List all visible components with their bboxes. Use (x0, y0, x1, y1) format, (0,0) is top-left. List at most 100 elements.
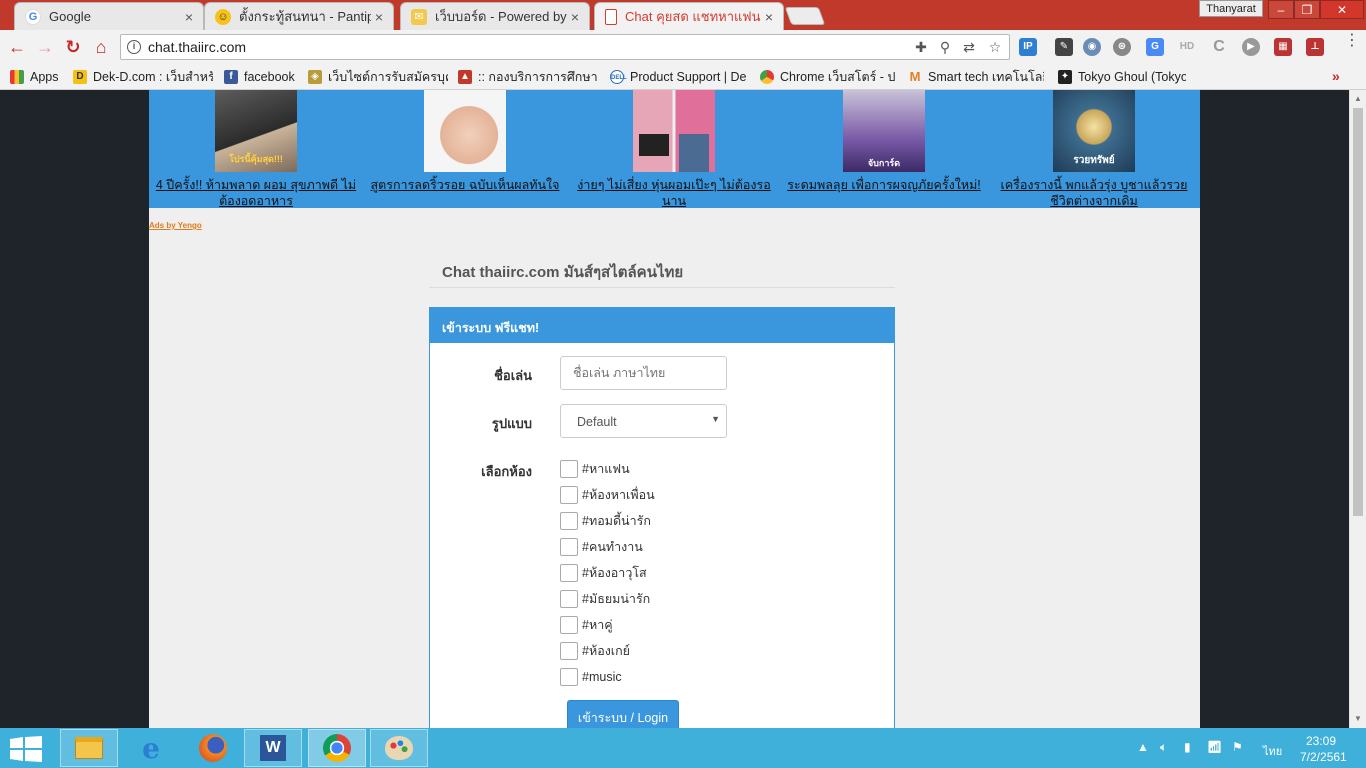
google-translate-icon[interactable]: G (1146, 38, 1164, 56)
windows-start-icon[interactable] (10, 736, 42, 762)
checkbox[interactable] (560, 486, 578, 504)
back-arrow-icon[interactable]: ← (6, 36, 28, 58)
network-icon[interactable]: 📶︎ (1207, 740, 1222, 754)
profile-button[interactable]: Thanyarat (1199, 0, 1263, 17)
volume-icon[interactable]: 🔈︎ (1160, 740, 1167, 755)
ad-image[interactable]: โปรนี้คุ้มสุด!!! (215, 90, 297, 172)
style-select[interactable]: Default ▼ (560, 404, 727, 438)
ad-caption-link[interactable]: เครื่องรางนี้ พกแล้วรุ่ง บูชาแล้วรวย ชีว… (989, 177, 1199, 209)
room-option[interactable]: #หาแฟน (560, 460, 630, 478)
bookmark-chrome-store[interactable]: Chrome เว็บสโตร์ - ประ (760, 68, 896, 86)
scrollbar-thumb[interactable] (1353, 108, 1363, 516)
info-icon[interactable]: i (127, 40, 141, 54)
maximize-button[interactable]: ❐ (1294, 0, 1320, 19)
ad-caption-link[interactable]: ง่ายๆ ไม่เสี่ยง หุ่นผอมเป๊ะๆ ไม่ต้องรอนา… (569, 177, 779, 209)
ad-image[interactable] (424, 90, 506, 172)
zoom-icon[interactable]: ⚲ (937, 39, 953, 55)
ad-caption-link[interactable]: 4 ปีครั้ง!! ห้ามพลาด ผอม สุขภาพดี ไม่ต้อ… (151, 177, 361, 209)
taskbar-app[interactable] (60, 729, 118, 767)
ad-item[interactable]: รวยทรัพย์ เครื่องรางนี้ พกแล้วรุ่ง บูชาแ… (989, 90, 1199, 209)
ad-image[interactable]: จับการ์ด (843, 90, 925, 172)
ip-extension-icon[interactable]: IP (1019, 38, 1037, 56)
pen-extension-icon[interactable]: ✎ (1055, 38, 1073, 56)
ad-item[interactable]: ง่ายๆ ไม่เสี่ยง หุ่นผอมเป๊ะๆ ไม่ต้องรอนา… (569, 90, 779, 209)
play-extension-icon[interactable]: ▶ (1242, 38, 1260, 56)
checkbox[interactable] (560, 642, 578, 660)
minimize-button[interactable]: – (1268, 0, 1294, 19)
tab-close-icon[interactable]: × (371, 9, 387, 25)
bookmarks-overflow-icon[interactable]: » (1332, 68, 1340, 84)
show-hidden-icons[interactable]: ▲ (1137, 740, 1149, 754)
upload-extension-icon[interactable]: ⊥ (1306, 38, 1324, 56)
vertical-scrollbar[interactable]: ▲ ▼ (1349, 90, 1366, 728)
checkbox[interactable] (560, 512, 578, 530)
bookmark-gov[interactable]: ◈ เว็บไซต์การรับสมัครบุคล (308, 68, 448, 86)
tab-webboard[interactable]: ✉ เว็บบอร์ด - Powered by Di × (400, 2, 590, 30)
ad-item[interactable]: จับการ์ด ระดมพลลุย เพื่อการผจญภัยครั้งให… (779, 90, 989, 193)
bookmark-facebook[interactable]: f facebook (224, 68, 295, 86)
clock-time[interactable]: 23:09 (1306, 734, 1336, 748)
checkbox[interactable] (560, 668, 578, 686)
clock-date[interactable]: 7/2/2561 (1300, 750, 1347, 764)
close-window-button[interactable]: ✕ (1320, 0, 1364, 19)
room-option[interactable]: #คนทำงาน (560, 538, 643, 556)
checkbox[interactable] (560, 590, 578, 608)
ad-item[interactable]: โปรนี้คุ้มสุด!!! 4 ปีครั้ง!! ห้ามพลาด ผอ… (151, 90, 361, 209)
forward-arrow-icon[interactable]: → (34, 36, 56, 58)
tab-close-icon[interactable]: × (181, 9, 197, 25)
battery-icon[interactable]: ▮ (1184, 740, 1191, 754)
tab-close-icon[interactable]: × (567, 9, 583, 25)
tab-google[interactable]: G Google × (14, 2, 204, 30)
grid-extension-icon[interactable]: ▦ (1274, 38, 1292, 56)
bookmark-dell[interactable]: DELL Product Support | De (610, 68, 746, 86)
nickname-input[interactable] (560, 356, 727, 390)
bookmark-apps[interactable]: Apps (10, 68, 59, 86)
scroll-down-icon[interactable]: ▼ (1354, 714, 1362, 723)
reload-icon[interactable]: ↻ (62, 36, 84, 58)
ad-caption-link[interactable]: สูตรการลดริ้วรอย ฉบับเห็นผลทันใจ (360, 177, 570, 193)
menu-icon[interactable]: ⋮ (1344, 33, 1360, 56)
tab-pantip[interactable]: ☺ ตั้งกระทู้สนทนา - Pantip × (204, 2, 394, 30)
taskbar-app[interactable]: W (244, 729, 302, 767)
checkbox[interactable] (560, 460, 578, 478)
ad-image[interactable] (633, 90, 715, 172)
language-indicator[interactable]: ไทย (1263, 742, 1282, 760)
tab-chat-thaiirc[interactable]: Chat คุยสด แชทหาแฟน แช × (594, 2, 784, 30)
ad-item[interactable]: สูตรการลดริ้วรอย ฉบับเห็นผลทันใจ (360, 90, 570, 193)
room-option[interactable]: #ทอมดี้น่ารัก (560, 512, 651, 530)
flag-icon[interactable]: ⚑ (1232, 740, 1243, 754)
hd-extension-icon[interactable]: HD (1178, 38, 1196, 56)
room-option[interactable]: #มัธยมน่ารัก (560, 590, 650, 608)
owl-extension-icon[interactable]: ◉ (1083, 38, 1101, 56)
taskbar-app[interactable]: e (122, 729, 180, 767)
taskbar-app[interactable] (184, 729, 242, 767)
star-icon[interactable]: ☆ (987, 39, 1003, 55)
film-extension-icon[interactable]: ⊛ (1113, 38, 1131, 56)
room-option[interactable]: #ห้องหาเพื่อน (560, 486, 655, 504)
address-bar[interactable]: i chat.thaiirc.com ✚ ⚲ ⇄ ☆ (120, 34, 1010, 60)
url-text[interactable]: chat.thaiirc.com (148, 39, 246, 55)
bookmark-education[interactable]: ▲ :: กองบริการการศึกษา ม (458, 68, 598, 86)
room-option[interactable]: #music (560, 668, 622, 686)
ad-caption-link[interactable]: ระดมพลลุย เพื่อการผจญภัยครั้งใหม่! (779, 177, 989, 193)
checkbox[interactable] (560, 564, 578, 582)
home-icon[interactable]: ⌂ (90, 36, 112, 58)
scroll-up-icon[interactable]: ▲ (1354, 94, 1362, 103)
checkbox[interactable] (560, 538, 578, 556)
bookmark-smart-tech[interactable]: M Smart tech เทคโนโลยี (908, 68, 1044, 86)
taskbar-app[interactable] (308, 729, 366, 767)
checkbox[interactable] (560, 616, 578, 634)
bookmark-tokyo-ghoul[interactable]: ✦ Tokyo Ghoul (Tokyo (1058, 68, 1186, 86)
ad-image[interactable]: รวยทรัพย์ (1053, 90, 1135, 172)
room-option[interactable]: #ห้องอาวุโส (560, 564, 647, 582)
new-tab-button[interactable] (784, 7, 826, 25)
ads-by-link[interactable]: Ads by Yengo (149, 221, 202, 230)
translate-icon[interactable]: ⇄ (961, 39, 977, 55)
tab-close-icon[interactable]: × (761, 9, 777, 25)
puzzle-icon[interactable]: ✚ (913, 39, 929, 55)
taskbar-app[interactable] (370, 729, 428, 767)
c-extension-icon[interactable]: C (1210, 38, 1228, 56)
bookmark-dekd[interactable]: D Dek-D.com : เว็บสำหรั (73, 68, 213, 86)
room-option[interactable]: #ห้องเกย์ (560, 642, 630, 660)
room-option[interactable]: #หาคู่ (560, 616, 613, 634)
